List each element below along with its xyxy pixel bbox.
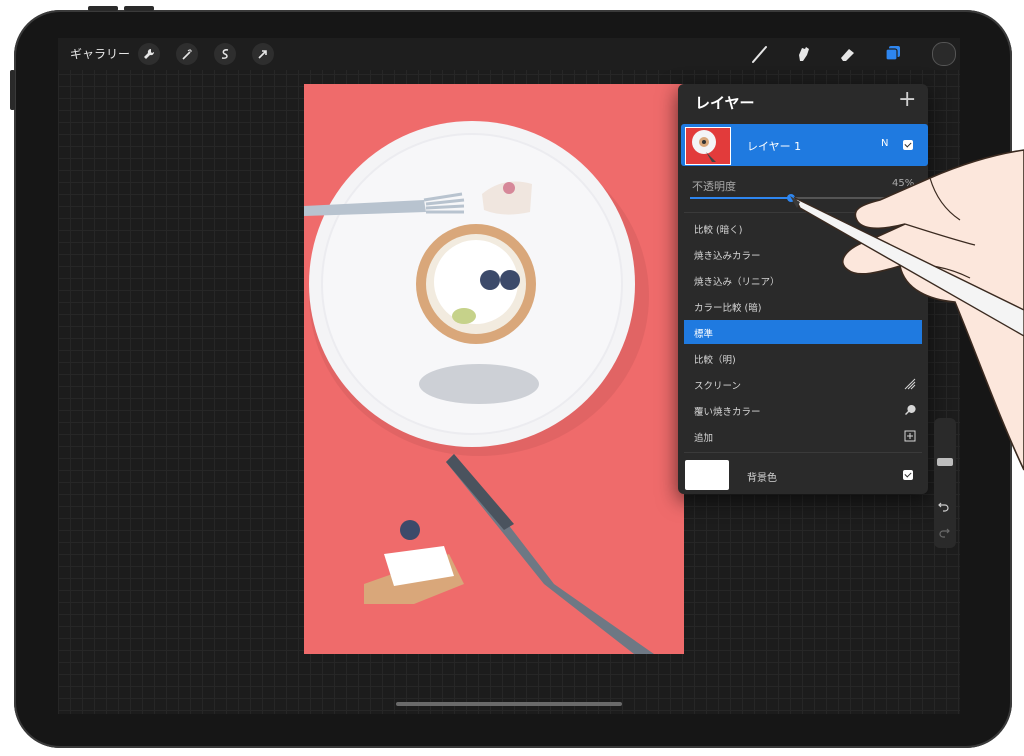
hand-with-pencil-illustration: [790, 149, 1024, 471]
